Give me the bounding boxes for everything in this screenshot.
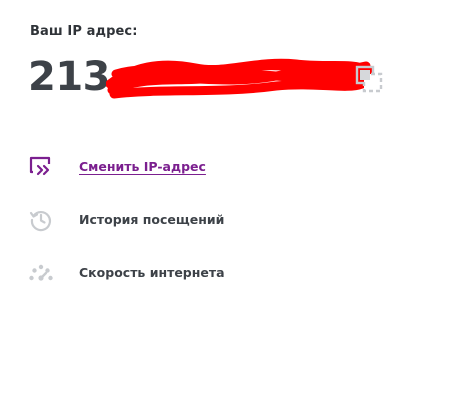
speedometer-icon <box>28 260 54 286</box>
change-ip-icon <box>28 154 54 180</box>
menu-item-speed[interactable]: Скорость интернета <box>28 246 428 299</box>
menu-item-label-speed[interactable]: Скорость интернета <box>79 265 225 280</box>
history-icon <box>28 207 54 233</box>
ip-info-panel: Ваш IP адрес: 213. Сменить IP-адрес Исто… <box>0 0 456 416</box>
menu-item-change-ip[interactable]: Сменить IP-адрес <box>28 140 428 193</box>
redaction-scribble <box>106 58 373 99</box>
menu-item-history[interactable]: История посещений <box>28 193 428 246</box>
menu-item-label-change-ip[interactable]: Сменить IP-адрес <box>79 159 206 174</box>
menu-item-label-history[interactable]: История посещений <box>79 212 224 227</box>
copy-ip-button[interactable] <box>354 64 384 94</box>
ip-label: Ваш IP адрес: <box>30 24 138 39</box>
ip-address-row: 213. <box>28 52 408 104</box>
actions-menu: Сменить IP-адрес История посещений Скоро… <box>28 140 428 299</box>
copy-icon <box>355 65 383 93</box>
